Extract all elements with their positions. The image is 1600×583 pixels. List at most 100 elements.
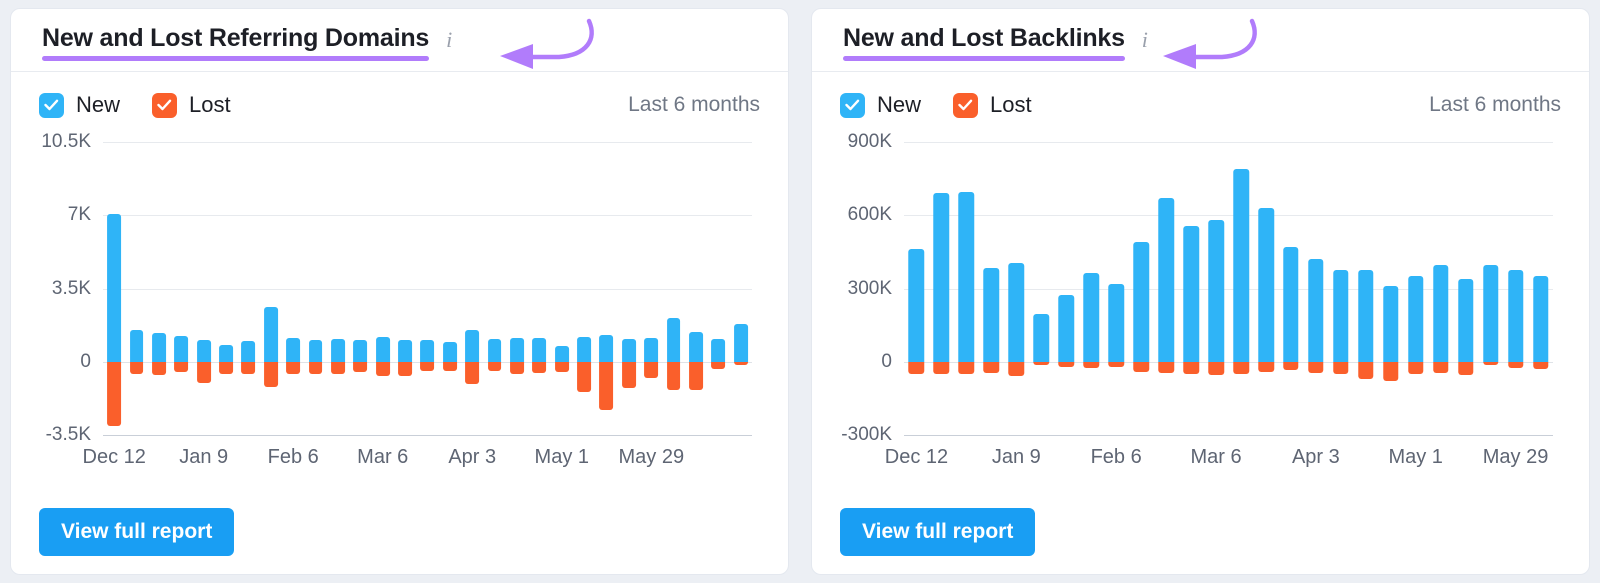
bar-group[interactable]: [148, 142, 170, 435]
bar-group[interactable]: [1179, 142, 1204, 435]
bar-group[interactable]: [707, 142, 729, 435]
gridline: [904, 435, 1553, 436]
bar-group[interactable]: [904, 142, 929, 435]
bar-group[interactable]: [1528, 142, 1553, 435]
bar-group[interactable]: [372, 142, 394, 435]
bar-group[interactable]: [1503, 142, 1528, 435]
bar-group[interactable]: [979, 142, 1004, 435]
bar-group[interactable]: [304, 142, 326, 435]
chart-plot[interactable]: 900K 600K 300K 0 -300K: [841, 131, 1553, 445]
bar-group[interactable]: [103, 142, 125, 435]
bar-group[interactable]: [954, 142, 979, 435]
legend-item-lost[interactable]: Lost: [152, 92, 231, 118]
view-full-report-button[interactable]: View full report: [39, 508, 235, 556]
bar-group[interactable]: [730, 142, 752, 435]
checkbox-lost[interactable]: [953, 92, 979, 118]
bar-group[interactable]: [394, 142, 416, 435]
bar-new: [1083, 272, 1099, 362]
bar-lost: [1058, 361, 1075, 367]
checkbox-new[interactable]: [39, 92, 64, 118]
bar-group[interactable]: [125, 142, 147, 435]
bar-group[interactable]: [439, 142, 461, 435]
bar-group[interactable]: [595, 142, 617, 435]
bar-group[interactable]: [461, 142, 483, 435]
bar-group[interactable]: [685, 142, 707, 435]
bar-group[interactable]: [349, 142, 371, 435]
card-header: New and Lost Backlinks i: [812, 9, 1589, 72]
bar-group[interactable]: [1129, 142, 1154, 435]
legend-label-lost: Lost: [990, 92, 1032, 117]
bar-group[interactable]: [1478, 142, 1503, 435]
bar-group[interactable]: [662, 142, 684, 435]
bar-new: [1508, 270, 1524, 362]
bar-group[interactable]: [528, 142, 550, 435]
legend-item-new[interactable]: New: [840, 92, 921, 118]
bar-new: [353, 339, 368, 362]
view-full-report-button[interactable]: View full report: [840, 508, 1036, 556]
bar-new: [1532, 276, 1549, 362]
title-underline-annotation: [843, 56, 1125, 61]
x-axis-tick-label: Dec 12: [82, 446, 146, 468]
bar-group[interactable]: [1104, 142, 1129, 435]
bar-group[interactable]: [1279, 142, 1304, 435]
bar-group[interactable]: [260, 142, 282, 435]
bar-new: [1158, 198, 1174, 362]
bar-group[interactable]: [282, 142, 304, 435]
card-backlinks: New and Lost Backlinks i New Lost Last 6…: [811, 8, 1590, 575]
bar-group[interactable]: [506, 142, 528, 435]
bar-group[interactable]: [573, 142, 595, 435]
bar-group[interactable]: [193, 142, 215, 435]
chart-plot[interactable]: 10.5K 7K 3.5K 0 -3.5K: [41, 131, 752, 445]
bar-group[interactable]: [215, 142, 237, 435]
bar-group[interactable]: [1353, 142, 1378, 435]
bar-lost: [958, 361, 975, 374]
bar-group[interactable]: [640, 142, 662, 435]
bar-group[interactable]: [1428, 142, 1453, 435]
bar-group[interactable]: [1029, 142, 1054, 435]
bar-group[interactable]: [929, 142, 954, 435]
bar-new: [1133, 242, 1149, 362]
bar-new: [375, 336, 390, 362]
legend-item-lost[interactable]: Lost: [953, 92, 1032, 118]
bar-group[interactable]: [1079, 142, 1104, 435]
bar-new: [331, 338, 345, 362]
bar-group[interactable]: [170, 142, 192, 435]
bar-group[interactable]: [483, 142, 505, 435]
bar-lost: [1208, 361, 1224, 376]
bar-new: [442, 341, 457, 362]
y-axis-tick-label: -3.5K: [45, 424, 91, 445]
bar-new: [1108, 283, 1124, 362]
bar-group[interactable]: [1403, 142, 1428, 435]
chart-legend: New Lost Last 6 months: [840, 72, 1561, 130]
bar-lost: [1108, 361, 1124, 367]
bar-group[interactable]: [1453, 142, 1478, 435]
bar-new: [219, 345, 233, 362]
bar-lost: [1083, 361, 1099, 368]
bar-group[interactable]: [1229, 142, 1254, 435]
checkbox-lost[interactable]: [152, 92, 178, 118]
y-axis-tick-label: 10.5K: [41, 131, 91, 152]
bar-group[interactable]: [237, 142, 259, 435]
bar-group[interactable]: [618, 142, 640, 435]
bar-new: [1208, 220, 1224, 362]
bar-group[interactable]: [1304, 142, 1329, 435]
bar-lost: [1183, 361, 1199, 374]
legend-item-new[interactable]: New: [39, 92, 120, 118]
bar-group[interactable]: [1204, 142, 1229, 435]
checkbox-new[interactable]: [840, 92, 865, 118]
bar-group[interactable]: [416, 142, 438, 435]
bar-new: [644, 337, 659, 362]
x-axis-tick-label: Jan 9: [179, 446, 229, 468]
bar-lost: [1233, 361, 1249, 374]
info-icon[interactable]: i: [446, 29, 452, 51]
bar-group[interactable]: [1254, 142, 1279, 435]
bar-group[interactable]: [1328, 142, 1353, 435]
bar-group[interactable]: [1154, 142, 1179, 435]
bar-lost: [532, 361, 547, 374]
bar-group[interactable]: [1054, 142, 1079, 435]
bar-group[interactable]: [1378, 142, 1403, 435]
bar-group[interactable]: [327, 142, 349, 435]
bar-group[interactable]: [551, 142, 573, 435]
bar-group[interactable]: [1004, 142, 1029, 435]
info-icon[interactable]: i: [1142, 29, 1148, 51]
